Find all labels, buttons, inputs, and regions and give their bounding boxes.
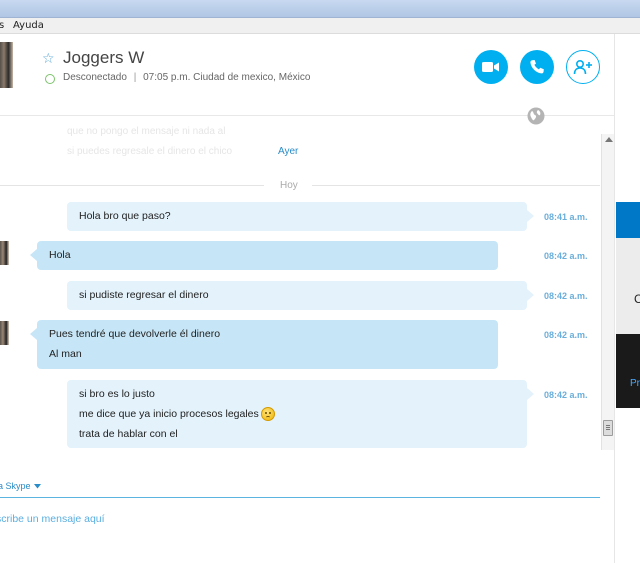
phone-call-icon	[530, 60, 544, 74]
ad-text: C	[634, 292, 640, 306]
message-text: trata de hablar con el	[79, 428, 178, 440]
status-text: Desconectado	[63, 72, 127, 83]
message-text: Hola	[49, 249, 71, 261]
date-divider-left	[0, 185, 264, 186]
date-divider-right	[312, 185, 600, 186]
message-text: si pudiste regresar el dinero	[79, 289, 209, 301]
message-timestamp: 08:42 a.m.	[544, 291, 588, 301]
add-people-button[interactable]	[566, 50, 600, 84]
faded-message-line: si puedes regresale el dinero el chico	[67, 146, 233, 157]
date-label-today: Hoy	[280, 180, 298, 191]
ad-banner-top[interactable]	[616, 202, 640, 238]
message-timestamp: 08:42 a.m.	[544, 251, 588, 261]
sender-avatar[interactable]	[0, 321, 9, 345]
faded-message-line: que no pongo el mensaje ni nada al	[67, 126, 226, 137]
message-line-with-emoticon: me dice que ya inicio procesos legales	[79, 404, 515, 424]
sad-emoticon-icon	[260, 407, 275, 422]
message-input[interactable]: scribe un mensaje aquí	[0, 513, 105, 525]
message-text: Hola bro que paso?	[79, 210, 171, 222]
compose-toolbar: a Skype	[0, 476, 600, 498]
date-label-yesterday: Ayer	[278, 146, 299, 157]
contact-status-line: Desconectado | 07:05 p.m. Ciudad de mexi…	[63, 72, 310, 83]
message-bubble-outgoing[interactable]: Hola bro que paso?	[67, 202, 534, 231]
contact-name[interactable]: Joggers W	[63, 48, 144, 68]
sender-avatar[interactable]	[0, 241, 9, 265]
message-text: si bro es lo justo	[79, 388, 155, 400]
message-bubble-incoming[interactable]: Hola	[30, 241, 498, 270]
side-ad-panel: C Pr	[614, 34, 640, 563]
ad-banner-dark[interactable]: Pr	[616, 334, 640, 408]
scroll-up-arrow-icon[interactable]	[605, 137, 613, 142]
voice-call-button[interactable]	[520, 50, 554, 84]
conversation-header: ☆ Joggers W Desconectado | 07:05 p.m. Ci…	[0, 34, 614, 116]
menu-bar: s Ayuda	[0, 18, 640, 34]
message-timestamp: 08:42 a.m.	[544, 330, 588, 340]
message-timestamp: 08:42 a.m.	[544, 390, 588, 400]
message-text: me dice que ya inicio procesos legales	[79, 408, 259, 420]
ad-dark-text: Pr	[630, 378, 640, 389]
contact-avatar[interactable]	[0, 42, 13, 88]
menu-item-prev[interactable]: s	[0, 20, 4, 31]
message-timestamp: 08:41 a.m.	[544, 212, 588, 222]
star-icon[interactable]: ☆	[42, 51, 55, 67]
message-text: Al man	[49, 348, 82, 360]
chat-scrollbar[interactable]	[601, 134, 614, 450]
message-bubble-outgoing[interactable]: si bro es lo justo me dice que ya inicio…	[67, 380, 534, 448]
send-via-label: a Skype	[0, 481, 31, 491]
message-text: Pues tendré que devolverle él dinero	[49, 328, 221, 340]
status-separator: |	[133, 72, 137, 83]
message-history[interactable]: que no pongo el mensaje ni nada al si pu…	[0, 117, 600, 449]
add-contact-icon	[573, 59, 592, 75]
video-call-button[interactable]	[474, 50, 508, 84]
window-titlebar	[0, 0, 640, 18]
video-call-icon	[482, 62, 499, 72]
menu-item-ayuda[interactable]: Ayuda	[13, 20, 44, 31]
status-indicator-icon	[45, 74, 55, 84]
local-time: 07:05 p.m. Ciudad de mexico, México	[143, 72, 311, 83]
message-bubble-incoming[interactable]: Pues tendré que devolverle él dinero Al …	[30, 320, 498, 369]
send-via-selector[interactable]: a Skype	[0, 481, 42, 491]
scroll-thumb[interactable]	[603, 420, 613, 436]
message-bubble-outgoing[interactable]: si pudiste regresar el dinero	[67, 281, 534, 310]
chevron-down-icon	[34, 484, 42, 489]
